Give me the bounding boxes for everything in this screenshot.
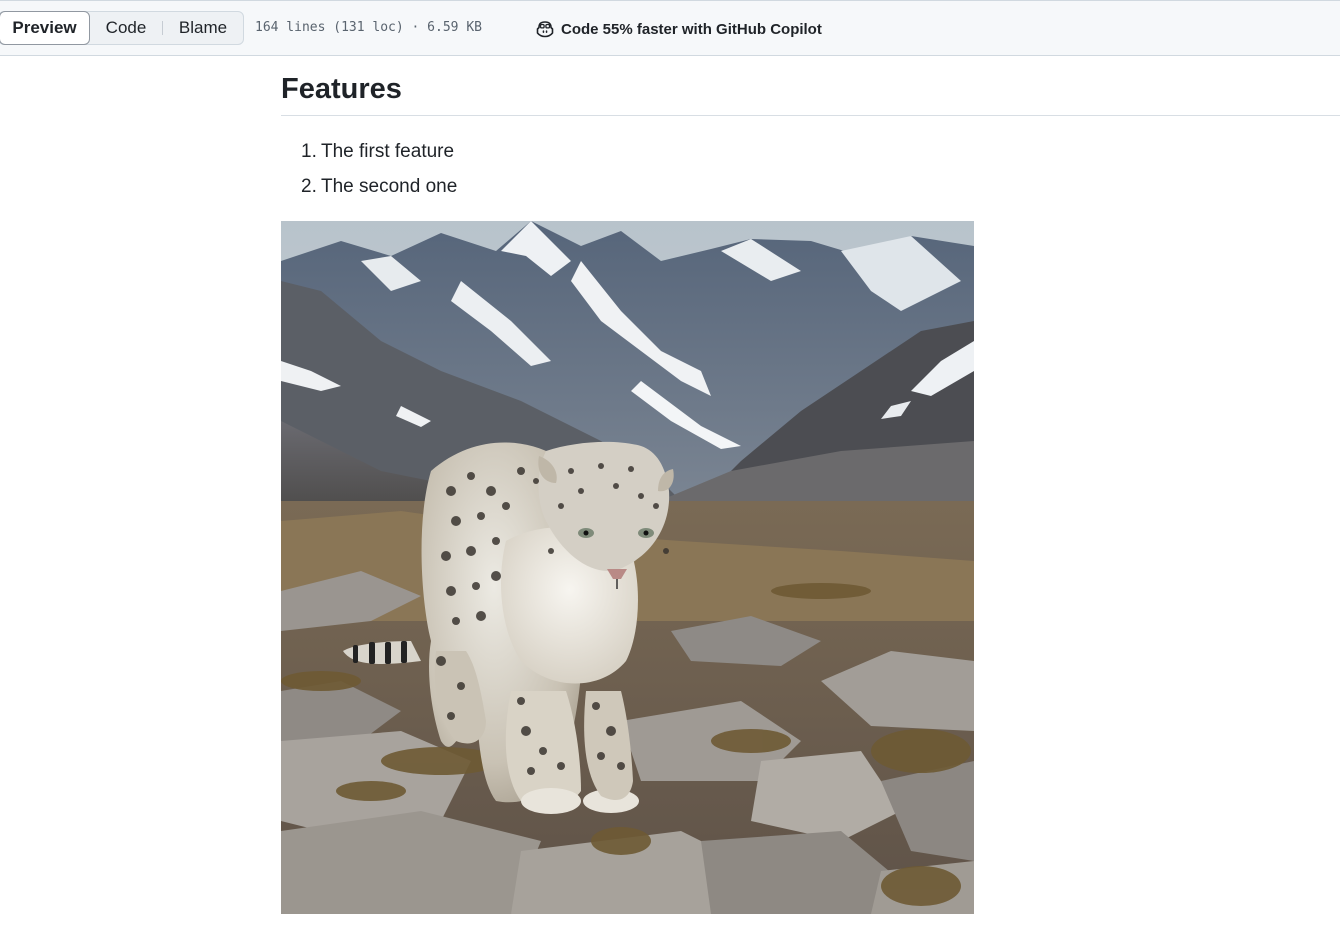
heading-text: Features (281, 73, 402, 105)
snow-leopard-photo (281, 221, 974, 914)
copilot-icon (536, 21, 554, 38)
list-item-text: The first feature (321, 141, 455, 162)
tab-blame[interactable]: Blame (163, 12, 243, 44)
copilot-promo-link[interactable]: Code 55% faster with GitHub Copilot (535, 19, 822, 39)
copilot-promo-label: Code 55% faster with GitHub Copilot (561, 20, 822, 38)
list-item-text: The second one (321, 176, 458, 197)
list-item-number: 2. (301, 176, 317, 197)
file-meta-info: 164 lines (131 loc) · 6.59 KB (255, 20, 482, 35)
feature-list: 1. The first feature 2. The second one (301, 139, 457, 209)
tab-code[interactable]: Code (90, 12, 162, 44)
tab-preview[interactable]: Preview (0, 11, 90, 45)
section-heading: Features (281, 70, 1340, 116)
list-item: 1. The first feature (301, 139, 457, 174)
list-item: 2. The second one (301, 174, 457, 209)
list-item-number: 1. (301, 141, 317, 162)
file-toolbar: Preview Code Blame 164 lines (131 loc) ·… (0, 0, 1340, 56)
view-mode-switcher: Preview Code Blame (0, 11, 244, 45)
